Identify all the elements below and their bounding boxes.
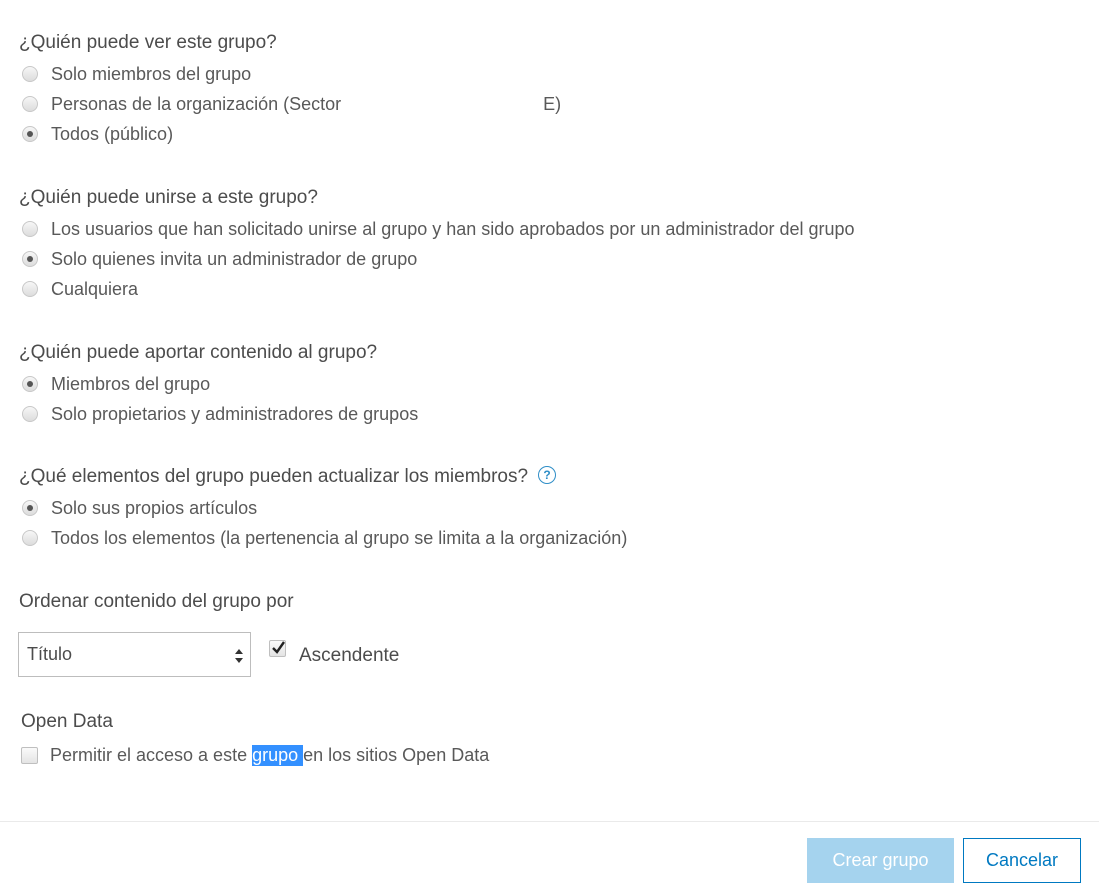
radio-button[interactable] bbox=[22, 406, 38, 422]
option-label: Personas de la organización (Sector bbox=[51, 94, 342, 114]
open-data-title: Open Data bbox=[21, 711, 113, 732]
update-question: ¿Qué elementos del grupo pueden actualiz… bbox=[19, 465, 627, 489]
ascending-label: Ascendente bbox=[299, 644, 400, 666]
join-question: ¿Quién puede unirse a este grupo? bbox=[19, 187, 318, 208]
question-circle-icon[interactable]: ? bbox=[538, 466, 557, 484]
create-group-button[interactable]: Crear grupo bbox=[807, 838, 954, 883]
join-option-anyone[interactable]: Cualquiera bbox=[19, 274, 855, 304]
visibility-option-members[interactable]: Solo miembros del grupo bbox=[19, 59, 561, 89]
option-label-suffix: E) bbox=[543, 94, 562, 114]
radio-button[interactable] bbox=[22, 221, 38, 237]
radio-button[interactable] bbox=[22, 96, 38, 112]
visibility-option-public[interactable]: Todos (público) bbox=[19, 119, 561, 149]
ascending-checkbox[interactable] bbox=[269, 640, 286, 657]
join-option-invited[interactable]: Solo quienes invita un administrador de … bbox=[19, 244, 855, 274]
option-label: Solo sus propios artículos bbox=[51, 498, 258, 518]
visibility-option-organization[interactable]: Personas de la organización (Sector E) bbox=[19, 89, 561, 119]
option-label: Todos (público) bbox=[51, 124, 174, 144]
open-data-option[interactable]: Permitir el acceso a este grupo en los s… bbox=[21, 741, 489, 769]
contribute-question: ¿Quién puede aportar contenido al grupo? bbox=[19, 342, 378, 363]
open-data-label-highlight: grupo bbox=[252, 744, 304, 766]
join-option-approved[interactable]: Los usuarios que han solicitado unirse a… bbox=[19, 214, 855, 244]
option-label: Los usuarios que han solicitado unirse a… bbox=[51, 219, 855, 239]
checkmark-icon bbox=[272, 641, 285, 654]
visibility-section: ¿Quién puede ver este grupo? Solo miembr… bbox=[19, 31, 561, 149]
radio-button[interactable] bbox=[22, 281, 38, 297]
radio-button-checked[interactable] bbox=[22, 500, 38, 516]
radio-button-checked[interactable] bbox=[22, 376, 38, 392]
contribute-section: ¿Quién puede aportar contenido al grupo?… bbox=[19, 341, 418, 429]
option-label: Todos los elementos (la pertenencia al g… bbox=[51, 528, 628, 548]
update-option-all[interactable]: Todos los elementos (la pertenencia al g… bbox=[19, 523, 627, 553]
select-arrows-icon bbox=[235, 649, 243, 663]
sort-controls: Título Ascendente bbox=[18, 632, 399, 677]
sort-field-value: Título bbox=[27, 644, 73, 664]
radio-button-checked[interactable] bbox=[22, 126, 38, 142]
open-data-label-before: Permitir el acceso a este bbox=[50, 744, 253, 765]
option-label: Solo miembros del grupo bbox=[51, 64, 252, 84]
footer-divider bbox=[0, 821, 1099, 822]
update-question-text: ¿Qué elementos del grupo pueden actualiz… bbox=[19, 466, 529, 487]
update-option-own[interactable]: Solo sus propios artículos bbox=[19, 493, 627, 523]
sort-title: Ordenar contenido del grupo por bbox=[19, 591, 294, 612]
join-section: ¿Quién puede unirse a este grupo? Los us… bbox=[19, 186, 855, 304]
contribute-option-owners[interactable]: Solo propietarios y administradores de g… bbox=[19, 399, 418, 429]
radio-button[interactable] bbox=[22, 66, 38, 82]
radio-button-checked[interactable] bbox=[22, 251, 38, 267]
radio-button[interactable] bbox=[22, 530, 38, 546]
option-label: Miembros del grupo bbox=[51, 374, 211, 394]
option-label: Solo quienes invita un administrador de … bbox=[51, 249, 418, 269]
option-label: Solo propietarios y administradores de g… bbox=[51, 404, 419, 424]
contribute-option-members[interactable]: Miembros del grupo bbox=[19, 369, 418, 399]
sort-section: Ordenar contenido del grupo por bbox=[19, 590, 294, 614]
open-data-checkbox[interactable] bbox=[21, 746, 38, 764]
option-label: Cualquiera bbox=[51, 279, 139, 299]
visibility-question: ¿Quién puede ver este grupo? bbox=[19, 32, 277, 53]
cancel-button[interactable]: Cancelar bbox=[963, 838, 1081, 883]
open-data-label-after: en los sitios Open Data bbox=[303, 744, 490, 765]
update-section: ¿Qué elementos del grupo pueden actualiz… bbox=[19, 465, 627, 553]
sort-field-select[interactable]: Título bbox=[18, 632, 251, 677]
